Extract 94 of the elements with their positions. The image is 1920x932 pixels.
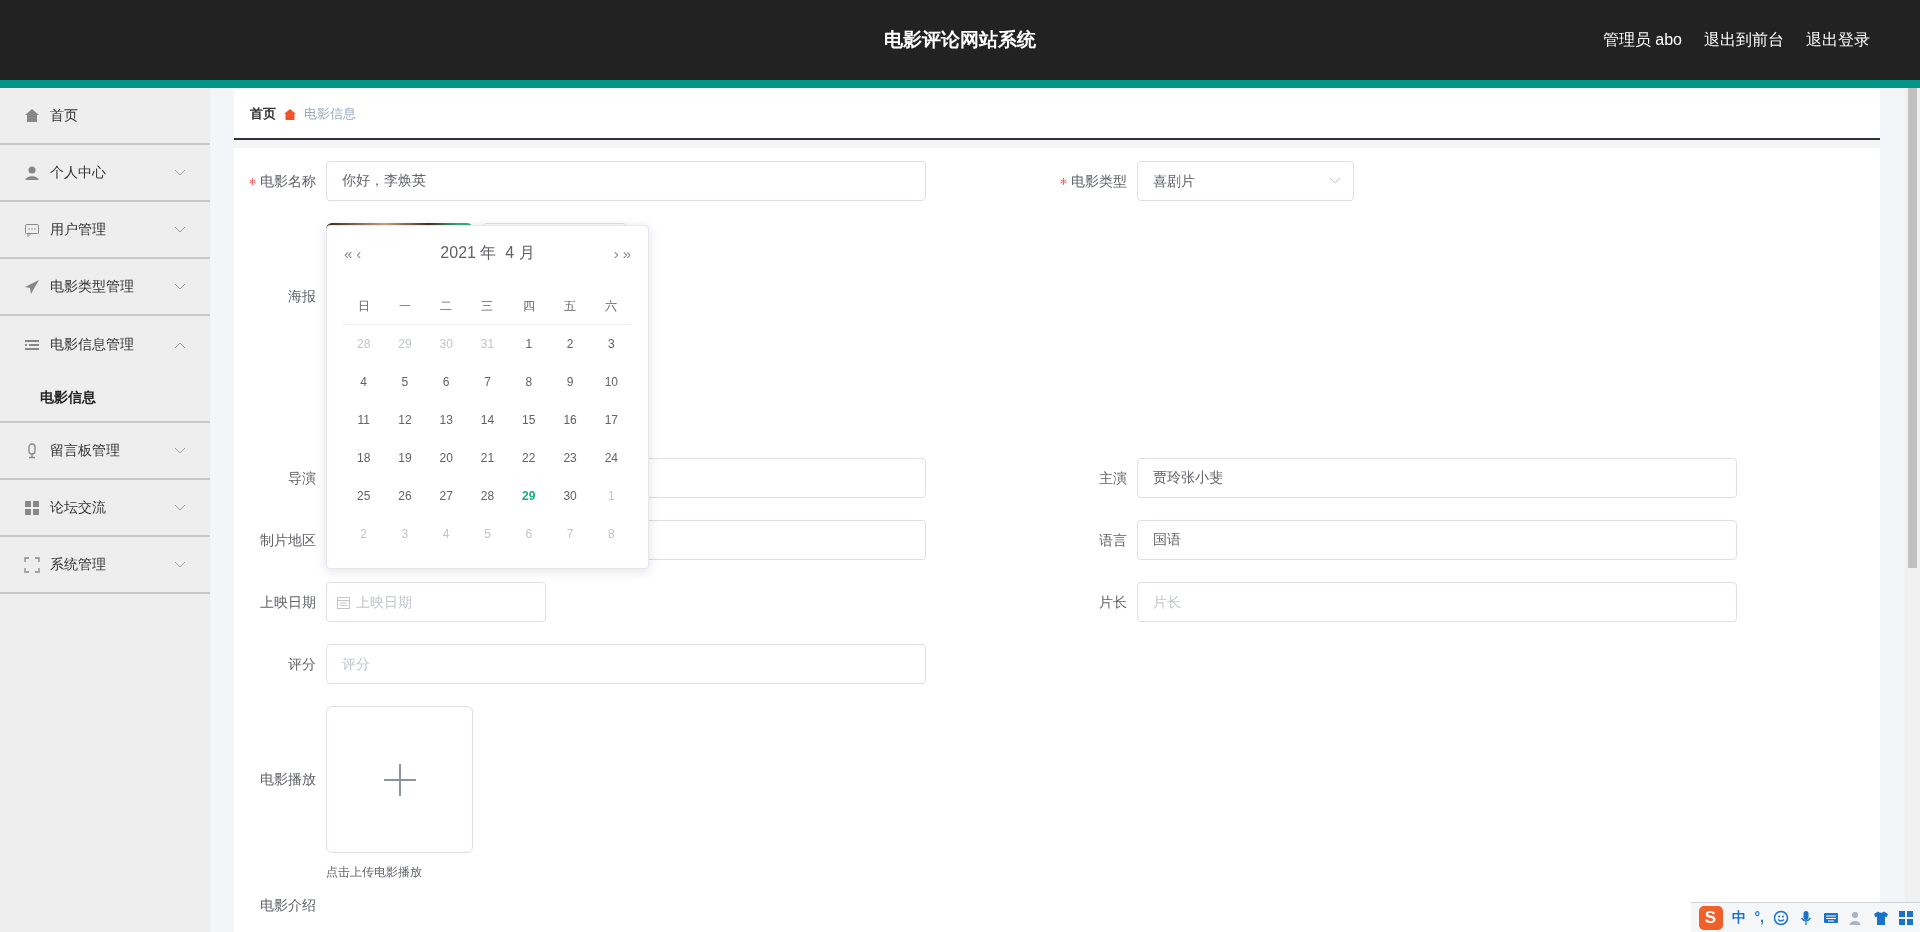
calendar-day[interactable]: 24 bbox=[590, 439, 632, 477]
calendar-day[interactable]: 8 bbox=[508, 363, 550, 401]
weekday-label: 四 bbox=[521, 298, 536, 315]
calendar-day[interactable]: 25 bbox=[343, 477, 385, 515]
smiley-icon[interactable] bbox=[1773, 909, 1789, 926]
field-label: 电影播放 bbox=[259, 770, 317, 789]
calendar-day[interactable]: 20 bbox=[425, 439, 467, 477]
calendar-day[interactable]: 15 bbox=[508, 401, 550, 439]
site-title: 电影评论网站系统 bbox=[884, 27, 1036, 52]
calendar-day[interactable]: 2 bbox=[549, 325, 591, 363]
user-link[interactable]: 管理员 abo bbox=[1602, 28, 1682, 52]
next-year-button[interactable]: » bbox=[621, 245, 632, 261]
home-icon bbox=[24, 107, 40, 124]
calendar-day[interactable]: 3 bbox=[590, 325, 632, 363]
grid-icon bbox=[24, 499, 40, 516]
weekday-label: 一 bbox=[397, 298, 412, 315]
input-mode-toggle[interactable]: 中 bbox=[1731, 907, 1746, 928]
field-label: 主演 bbox=[1098, 468, 1128, 488]
sidebar-item[interactable]: 个人中心 bbox=[0, 145, 210, 202]
field-label: 电影类型 bbox=[1045, 170, 1137, 192]
punctuation-toggle[interactable]: °, bbox=[1754, 907, 1764, 928]
field-label: 电影介绍 bbox=[259, 896, 317, 915]
calendar-icon bbox=[337, 595, 350, 609]
breadcrumb-item: 电影信息 bbox=[304, 105, 356, 124]
calendar-day[interactable]: 6 bbox=[425, 363, 467, 401]
logout-link[interactable]: 退出登录 bbox=[1806, 28, 1870, 52]
required-asterisk-icon bbox=[1060, 178, 1067, 186]
sidebar-item[interactable]: 留言板管理 bbox=[0, 423, 210, 480]
calendar-day[interactable]: 7 bbox=[466, 363, 509, 401]
calendar-day[interactable]: 1 bbox=[508, 325, 550, 363]
weekday-label: 六 bbox=[604, 298, 619, 315]
calendar-day[interactable]: 14 bbox=[466, 401, 509, 439]
calendar-day[interactable]: 9 bbox=[549, 363, 591, 401]
field-label: 语言 bbox=[1098, 530, 1128, 550]
calendar-day[interactable]: 11 bbox=[343, 401, 385, 439]
input-field[interactable]: 你好，李焕英 bbox=[326, 161, 926, 201]
required-asterisk-icon bbox=[249, 178, 256, 186]
field-label: 评分 bbox=[287, 654, 317, 674]
scrollbar-thumb[interactable] bbox=[1908, 88, 1917, 568]
field-label: 电影名称 bbox=[234, 170, 326, 192]
calendar-day[interactable]: 10 bbox=[590, 363, 632, 401]
house-icon bbox=[284, 108, 296, 120]
calendar-title: 2021 年 4 月 bbox=[440, 243, 535, 263]
calendar-day[interactable]: 28 bbox=[466, 477, 509, 515]
weekday-label: 三 bbox=[480, 298, 495, 315]
sidebar-item[interactable]: 用户管理 bbox=[0, 202, 210, 259]
sidebar-item[interactable]: 电影类型管理 bbox=[0, 259, 210, 316]
input-field[interactable]: 国语 bbox=[1137, 520, 1737, 560]
calendar-day[interactable]: 26 bbox=[384, 477, 426, 515]
calendar-day[interactable]: 16 bbox=[549, 401, 591, 439]
field-label: 海报 bbox=[287, 287, 317, 306]
input-field[interactable]: 片长 bbox=[1137, 582, 1737, 622]
field-label: 上映日期 bbox=[259, 592, 317, 612]
select-field[interactable]: 喜剧片 bbox=[1137, 161, 1354, 201]
calendar-day[interactable]: 22 bbox=[508, 439, 550, 477]
submenu-item[interactable]: 电影信息 bbox=[40, 386, 96, 408]
shirt-icon[interactable] bbox=[1873, 909, 1889, 926]
sidebar-item[interactable]: 系统管理 bbox=[0, 537, 210, 594]
calendar-day[interactable]: 23 bbox=[549, 439, 591, 477]
field-label: 制片地区 bbox=[259, 530, 317, 550]
calendar-day[interactable]: 13 bbox=[425, 401, 467, 439]
chat-bubble-icon bbox=[24, 221, 40, 238]
field-label: 导演 bbox=[287, 468, 317, 488]
paper-plane-icon bbox=[24, 278, 40, 295]
next-month-button[interactable]: › bbox=[612, 245, 620, 261]
microphone-icon[interactable] bbox=[1798, 909, 1814, 926]
weekday-label: 日 bbox=[356, 298, 371, 315]
weekday-label: 二 bbox=[439, 298, 454, 315]
sidebar-item[interactable]: 首页 bbox=[0, 88, 210, 145]
sidebar-item[interactable]: 电影信息管理 bbox=[0, 316, 210, 373]
input-field[interactable]: 评分 bbox=[326, 644, 926, 684]
calendar-day[interactable]: 30 bbox=[549, 477, 591, 515]
previous-month-button[interactable]: ‹ bbox=[355, 245, 363, 261]
person-icon bbox=[24, 164, 40, 181]
calendar-day[interactable]: 21 bbox=[466, 439, 509, 477]
breadcrumb-item[interactable]: 首页 bbox=[250, 104, 276, 124]
calendar-day[interactable]: 12 bbox=[384, 401, 426, 439]
calendar-day[interactable]: 27 bbox=[425, 477, 467, 515]
previous-year-button[interactable]: « bbox=[343, 245, 354, 261]
calendar-day[interactable]: 4 bbox=[343, 363, 385, 401]
weekday-label: 五 bbox=[563, 298, 578, 315]
grid-icon[interactable] bbox=[1898, 909, 1914, 926]
calendar-day[interactable]: 5 bbox=[384, 363, 426, 401]
ime-logo: S bbox=[1698, 905, 1723, 930]
input-field[interactable]: 贾玲张小斐 bbox=[1137, 458, 1737, 498]
chevron-down-icon bbox=[1329, 177, 1341, 185]
corner-brackets-icon bbox=[24, 556, 40, 573]
front-site-link[interactable]: 退出到前台 bbox=[1704, 28, 1784, 52]
calendar-day[interactable]: 19 bbox=[384, 439, 426, 477]
upload-hint: 点击上传电影播放 bbox=[326, 864, 423, 881]
calendar-day[interactable]: 18 bbox=[343, 439, 385, 477]
sidebar-item[interactable]: 论坛交流 bbox=[0, 480, 210, 537]
calendar-day[interactable]: 17 bbox=[590, 401, 632, 439]
field-label: 片长 bbox=[1098, 592, 1128, 612]
